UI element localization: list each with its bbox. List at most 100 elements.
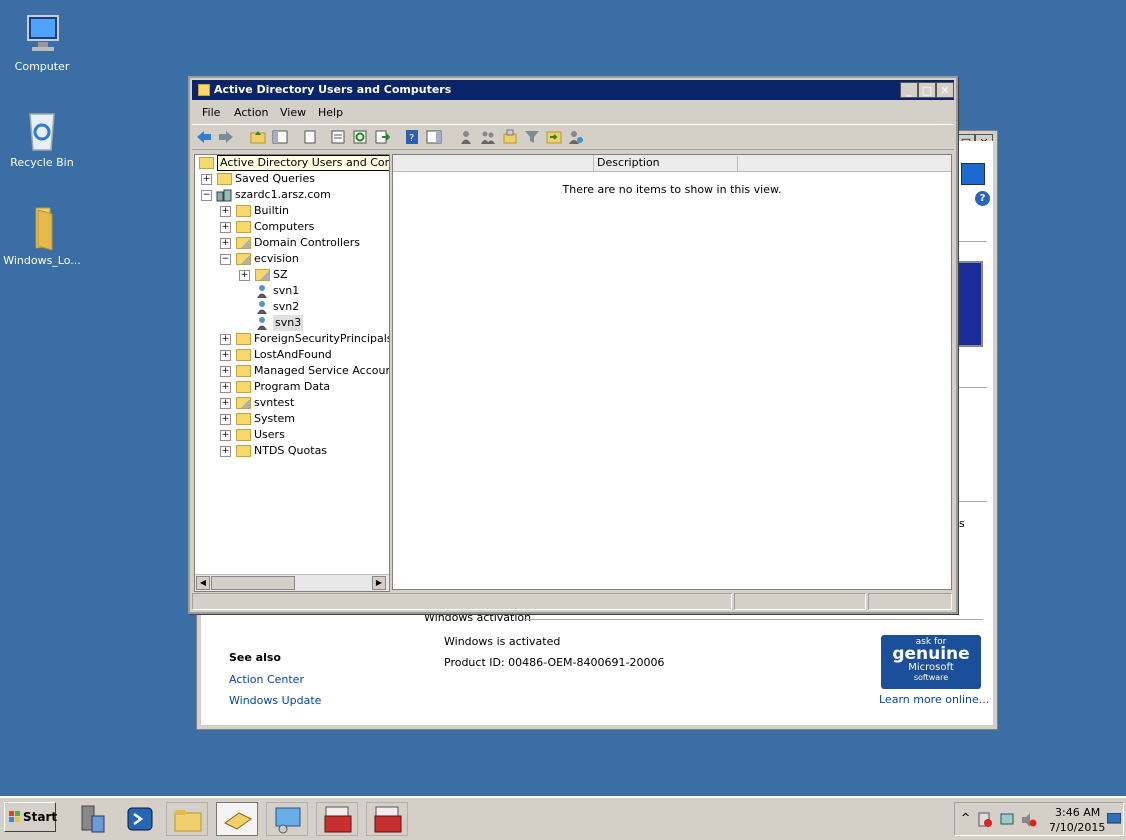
aduc-window[interactable]: Active Directory Users and Computers _ □… <box>188 76 958 614</box>
forward-arrow-icon[interactable] <box>218 129 234 145</box>
add-to-group-icon[interactable] <box>546 129 562 145</box>
desktop-icon-computer[interactable]: Computer <box>2 12 82 73</box>
recycle-bin-icon <box>20 108 64 152</box>
column-header-row: Description <box>393 155 951 172</box>
status-bar <box>192 592 954 610</box>
desktop-icon-label: Windows_Lo... <box>3 254 81 267</box>
collapse-icon[interactable]: − <box>220 254 231 265</box>
details-pane[interactable]: Description There are no items to show i… <box>392 154 952 590</box>
ou-icon <box>236 237 251 249</box>
tree-item-label: LostAndFound <box>254 348 332 361</box>
help-book-icon[interactable]: ? <box>404 129 420 145</box>
expand-icon[interactable]: + <box>220 382 231 393</box>
scroll-left-button[interactable]: ◀ <box>196 576 210 590</box>
taskbar-explorer[interactable] <box>166 802 208 836</box>
folder-icon <box>217 173 232 185</box>
ou-icon <box>255 269 270 281</box>
expand-icon[interactable]: + <box>220 430 231 441</box>
network-tray-icon[interactable] <box>999 812 1015 831</box>
genuine-microsoft-badge[interactable]: ask for genuine Microsoft software <box>881 635 981 689</box>
properties-icon[interactable] <box>330 129 346 145</box>
tree-item-label: Builtin <box>254 204 289 217</box>
tree-horizontal-scrollbar[interactable]: ◀ ▶ <box>195 574 389 591</box>
expand-icon[interactable]: + <box>239 270 250 281</box>
minimize-button[interactable]: _ <box>900 82 918 98</box>
taskbar-powershell[interactable] <box>118 802 160 836</box>
title-bar[interactable]: Active Directory Users and Computers _ □… <box>192 80 954 100</box>
new-user-icon[interactable] <box>458 129 474 145</box>
export-list-icon[interactable] <box>374 129 391 145</box>
menu-help[interactable]: Help <box>318 106 343 119</box>
user-icon <box>255 284 269 298</box>
column-header-name[interactable] <box>393 155 594 171</box>
status-segment <box>192 593 732 610</box>
copy-icon[interactable] <box>302 129 318 145</box>
up-folder-icon[interactable] <box>250 129 266 145</box>
expand-icon[interactable]: + <box>220 222 231 233</box>
aduc-icon <box>223 809 253 836</box>
close-button[interactable]: ✕ <box>936 82 954 98</box>
expand-icon[interactable]: + <box>201 174 212 185</box>
taskbar-toolbox-2[interactable] <box>366 802 408 836</box>
menu-file[interactable]: File <box>202 106 220 119</box>
action-center-link[interactable]: Action Center <box>229 673 304 686</box>
menu-view[interactable]: View <box>280 106 306 119</box>
menu-action[interactable]: Action <box>234 106 268 119</box>
help-icon[interactable]: ? <box>975 191 990 206</box>
folder-icon <box>173 807 203 836</box>
filter-icon[interactable] <box>524 129 540 145</box>
tree-item-label: ecvision <box>254 252 299 265</box>
tree-item-label: Computers <box>254 220 315 233</box>
column-header-description[interactable]: Description <box>597 156 738 171</box>
toolbox-icon <box>373 806 403 837</box>
taskbar-server-manager[interactable] <box>70 802 112 836</box>
expand-icon[interactable]: + <box>220 238 231 249</box>
show-desktop-icon[interactable] <box>1106 812 1122 828</box>
tree-item-label: svn2 <box>273 300 300 313</box>
desktop-icon-windows-folder[interactable]: Windows_Lo... <box>2 206 82 267</box>
show-hide-tree-icon[interactable] <box>272 129 288 145</box>
desktop-icon-label: Computer <box>14 60 70 73</box>
action-center-tray-icon[interactable] <box>977 812 993 831</box>
refresh-icon[interactable] <box>352 129 368 145</box>
taskbar-network-tool[interactable] <box>266 802 308 836</box>
expand-icon[interactable]: + <box>220 398 231 409</box>
new-ou-icon[interactable] <box>502 129 518 145</box>
tree-item-label: Users <box>254 428 285 441</box>
clock-date[interactable]: 7/10/2015 <box>1049 821 1105 834</box>
tree-item-label: szardc1.arsz.com <box>235 188 331 201</box>
taskbar-toolbox-1[interactable] <box>316 802 358 836</box>
expand-icon[interactable]: + <box>220 414 231 425</box>
clock-time[interactable]: 3:46 AM <box>1055 806 1100 819</box>
action-pane-icon[interactable] <box>426 129 442 145</box>
taskbar-aduc[interactable] <box>216 802 258 836</box>
see-also-heading: See also <box>229 651 281 664</box>
ou-icon <box>236 253 251 265</box>
learn-more-link[interactable]: Learn more online... <box>879 693 989 706</box>
maximize-button[interactable]: □ <box>918 82 936 98</box>
svg-text:?: ? <box>409 133 414 144</box>
new-group-icon[interactable] <box>480 129 496 145</box>
delegate-control-icon[interactable] <box>568 129 584 145</box>
expand-icon[interactable]: + <box>220 366 231 377</box>
scroll-thumb[interactable] <box>211 576 295 590</box>
folder-icon <box>20 206 64 251</box>
windows-update-link[interactable]: Windows Update <box>229 694 321 707</box>
tree-item-label: ForeignSecurityPrincipals <box>254 332 390 345</box>
console-tree[interactable]: Active Directory Users and Computers [AR… <box>194 154 390 592</box>
volume-muted-icon[interactable] <box>1021 812 1037 831</box>
back-arrow-icon[interactable] <box>196 129 212 145</box>
start-button[interactable]: Start <box>4 802 57 832</box>
divider <box>957 241 987 242</box>
scroll-right-button[interactable]: ▶ <box>372 576 386 590</box>
collapse-icon[interactable]: − <box>201 190 212 201</box>
expand-icon[interactable]: + <box>220 350 231 361</box>
desktop-icon-recycle-bin[interactable]: Recycle Bin <box>2 108 82 169</box>
expand-icon[interactable]: + <box>220 334 231 345</box>
expand-icon[interactable]: + <box>220 206 231 217</box>
tray-expand-button[interactable]: ^ <box>961 811 970 824</box>
search-button[interactable] <box>961 163 985 185</box>
computer-icon <box>20 12 64 56</box>
genuine-badge-line: software <box>913 673 949 682</box>
expand-icon[interactable]: + <box>220 446 231 457</box>
